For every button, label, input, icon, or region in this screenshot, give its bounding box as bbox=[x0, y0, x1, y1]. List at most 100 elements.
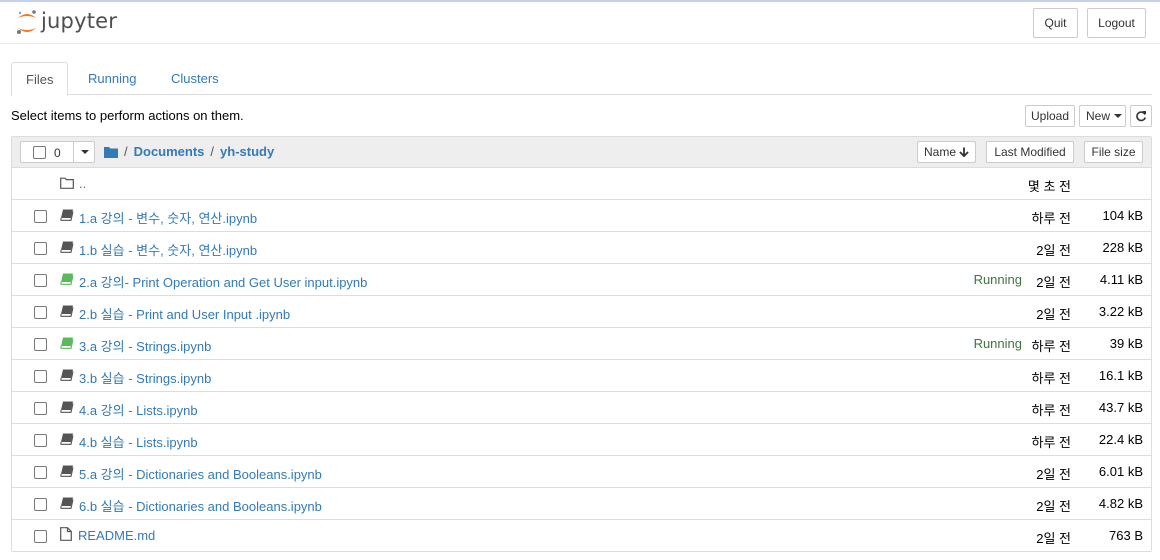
list-item[interactable]: 1.b 실습 - 변수, 숫자, 연산.ipynb 2일 전 228 kB bbox=[12, 232, 1151, 264]
selection-hint: Select items to perform actions on them. bbox=[11, 108, 244, 123]
breadcrumb-separator: / bbox=[124, 144, 128, 159]
row-checkbox[interactable] bbox=[34, 530, 47, 543]
file-size: 4.11 kB bbox=[1099, 272, 1143, 287]
list-item[interactable]: 1.a 강의 - 변수, 숫자, 연산.ipynb 하루 전 104 kB bbox=[12, 200, 1151, 232]
row-checkbox[interactable] bbox=[34, 338, 47, 351]
list-item[interactable]: 4.b 실습 - Lists.ipynb 하루 전 22.4 kB bbox=[12, 424, 1151, 456]
file-name-link[interactable]: 3.a 강의 - Strings.ipynb bbox=[79, 336, 211, 355]
chevron-down-icon[interactable] bbox=[73, 142, 95, 162]
modified-time: 2일 전 bbox=[1036, 275, 1071, 290]
file-size: 4.82 kB bbox=[1098, 496, 1143, 511]
breadcrumb: / Documents / yh-study bbox=[104, 144, 274, 159]
breadcrumb-documents[interactable]: Documents bbox=[134, 144, 205, 159]
quit-button[interactable]: Quit bbox=[1033, 8, 1078, 38]
file-name-link[interactable]: README.md bbox=[78, 528, 155, 543]
row-checkbox[interactable] bbox=[34, 498, 47, 511]
row-checkbox[interactable] bbox=[34, 434, 47, 447]
jupyter-logo-icon bbox=[17, 10, 36, 34]
file-name-link[interactable]: 4.a 강의 - Lists.ipynb bbox=[79, 400, 198, 419]
selected-count: 0 bbox=[54, 146, 61, 160]
tab-bar: Files Running Clusters bbox=[11, 62, 1152, 96]
modified-time: 2일 전 bbox=[1036, 307, 1071, 322]
file-list-header: 0 / Documents / yh-study Name Last Modif… bbox=[12, 137, 1151, 168]
modified-time: 2일 전 bbox=[1036, 243, 1071, 258]
file-name-link[interactable]: 6.b 실습 - Dictionaries and Booleans.ipynb bbox=[79, 496, 322, 515]
select-all-checkbox[interactable] bbox=[33, 146, 46, 159]
modified-time: 몇 초 전 bbox=[1027, 179, 1071, 194]
upload-button[interactable]: Upload bbox=[1025, 105, 1075, 127]
select-all-dropdown[interactable]: 0 bbox=[20, 141, 95, 163]
folder-home-icon[interactable] bbox=[104, 146, 118, 158]
running-indicator: Running bbox=[973, 336, 1022, 351]
modified-time: 2일 전 bbox=[1036, 467, 1071, 482]
breadcrumb-current[interactable]: yh-study bbox=[220, 144, 274, 159]
row-checkbox[interactable] bbox=[34, 466, 47, 479]
file-size: 3.22 kB bbox=[1098, 304, 1143, 319]
folder-icon bbox=[60, 177, 74, 189]
sort-name-button[interactable]: Name bbox=[917, 141, 976, 163]
notebook-icon bbox=[60, 305, 74, 320]
file-list: 0 / Documents / yh-study Name Last Modif… bbox=[11, 136, 1152, 552]
row-checkbox[interactable] bbox=[34, 242, 47, 255]
sort-modified-button[interactable]: Last Modified bbox=[986, 141, 1074, 163]
tab-files[interactable]: Files bbox=[11, 62, 69, 96]
file-size: 228 kB bbox=[1102, 240, 1143, 255]
file-name-link[interactable]: 4.b 실습 - Lists.ipynb bbox=[79, 432, 198, 451]
header: jupyter Quit Logout bbox=[0, 2, 1160, 44]
refresh-icon bbox=[1136, 111, 1146, 122]
list-item[interactable]: 3.b 실습 - Strings.ipynb 하루 전 16.1 kB bbox=[12, 360, 1151, 392]
file-name-link[interactable]: 2.a 강의- Print Operation and Get User inp… bbox=[79, 272, 367, 291]
logout-button[interactable]: Logout bbox=[1087, 8, 1146, 38]
file-size: 43.7 kB bbox=[1098, 400, 1143, 415]
modified-time: 2일 전 bbox=[1036, 499, 1071, 514]
new-dropdown-button[interactable]: New bbox=[1079, 105, 1126, 127]
file-name-link[interactable]: 2.b 실습 - Print and User Input .ipynb bbox=[79, 304, 290, 323]
file-name-link[interactable]: 3.b 실습 - Strings.ipynb bbox=[79, 368, 211, 387]
parent-directory-link[interactable]: .. bbox=[79, 176, 86, 191]
modified-time: 하루 전 bbox=[1031, 339, 1072, 354]
sort-name-label: Name bbox=[924, 145, 957, 159]
arrow-down-icon bbox=[959, 147, 969, 158]
refresh-button[interactable] bbox=[1130, 105, 1152, 127]
tab-clusters[interactable]: Clusters bbox=[157, 62, 233, 95]
notebook-icon bbox=[60, 433, 74, 448]
file-icon bbox=[60, 527, 72, 544]
row-checkbox[interactable] bbox=[34, 370, 47, 383]
file-name-link[interactable]: 1.b 실습 - 변수, 숫자, 연산.ipynb bbox=[79, 240, 257, 259]
parent-directory-row[interactable]: .. 몇 초 전 bbox=[12, 168, 1151, 200]
list-item[interactable]: 3.a 강의 - Strings.ipynb Running 하루 전 39 kB bbox=[12, 328, 1151, 360]
file-size: 104 kB bbox=[1102, 208, 1143, 223]
modified-time: 하루 전 bbox=[1031, 211, 1072, 226]
notebook-icon bbox=[60, 497, 74, 512]
tab-running[interactable]: Running bbox=[74, 62, 150, 95]
file-size: 6.01 kB bbox=[1098, 464, 1143, 479]
notebook-running-icon bbox=[60, 273, 74, 288]
notebook-icon bbox=[60, 369, 74, 384]
modified-time: 하루 전 bbox=[1031, 435, 1072, 450]
modified-time: 하루 전 bbox=[1031, 403, 1072, 418]
modified-time: 하루 전 bbox=[1031, 371, 1072, 386]
notebook-icon bbox=[60, 241, 74, 256]
list-item[interactable]: 2.b 실습 - Print and User Input .ipynb 2일 전… bbox=[12, 296, 1151, 328]
breadcrumb-separator: / bbox=[210, 144, 215, 159]
file-size: 39 kB bbox=[1109, 336, 1143, 351]
list-item[interactable]: 4.a 강의 - Lists.ipynb 하루 전 43.7 kB bbox=[12, 392, 1151, 424]
notebook-icon bbox=[60, 209, 74, 224]
caret-down-icon bbox=[1114, 114, 1123, 118]
sort-size-button[interactable]: File size bbox=[1084, 141, 1143, 163]
list-item[interactable]: 6.b 실습 - Dictionaries and Booleans.ipynb… bbox=[12, 488, 1151, 520]
list-item[interactable]: README.md 2일 전 763 B bbox=[12, 520, 1151, 552]
file-name-link[interactable]: 1.a 강의 - 변수, 숫자, 연산.ipynb bbox=[79, 208, 257, 227]
list-item[interactable]: 2.a 강의- Print Operation and Get User inp… bbox=[12, 264, 1151, 296]
jupyter-logo[interactable]: jupyter bbox=[15, 8, 117, 38]
row-checkbox[interactable] bbox=[34, 306, 47, 319]
file-size: 22.4 kB bbox=[1098, 432, 1143, 447]
list-item[interactable]: 5.a 강의 - Dictionaries and Booleans.ipynb… bbox=[12, 456, 1151, 488]
file-name-link[interactable]: 5.a 강의 - Dictionaries and Booleans.ipynb bbox=[79, 464, 322, 483]
modified-time: 2일 전 bbox=[1036, 531, 1071, 546]
row-checkbox[interactable] bbox=[34, 402, 47, 415]
row-checkbox[interactable] bbox=[34, 274, 47, 287]
notebook-running-icon bbox=[60, 337, 74, 352]
file-size: 16.1 kB bbox=[1098, 368, 1143, 383]
row-checkbox[interactable] bbox=[34, 210, 47, 223]
